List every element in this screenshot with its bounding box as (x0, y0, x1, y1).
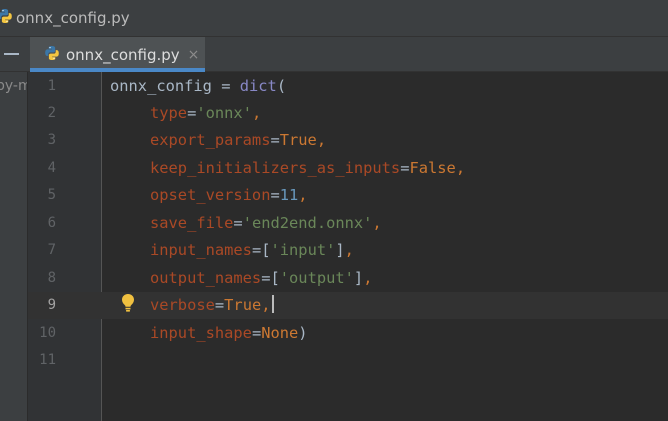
line-number: 10 (39, 325, 56, 341)
number-literal: 11 (279, 186, 299, 204)
line-number: 8 (47, 270, 56, 286)
code-line-9[interactable]: verbose=True, (150, 292, 274, 319)
equals: = (214, 296, 225, 314)
line-number: 5 (47, 187, 56, 203)
assign-operator: = (211, 77, 240, 95)
close-bracket: ] (335, 241, 345, 259)
code-line-5[interactable]: opset_version=11, (150, 182, 308, 209)
editor-tab-strip: onnx_config.py × (0, 37, 668, 72)
keyword-argument: save_file (150, 214, 234, 232)
navigation-bar: onnx_config.py (0, 0, 668, 37)
tab-label: onnx_config.py (66, 45, 180, 64)
comma: , (261, 296, 271, 314)
comma: , (251, 104, 262, 122)
code-line-8[interactable]: output_names=['output'], (150, 265, 372, 292)
equals: = (187, 104, 197, 122)
line-number: 4 (47, 160, 56, 176)
line-number: 2 (47, 105, 56, 121)
close-icon[interactable]: × (188, 47, 200, 63)
equals: = (233, 214, 243, 232)
code-line-1[interactable]: onnx_config = dict( (110, 73, 286, 100)
comma: , (455, 159, 466, 177)
keyword-argument: verbose (150, 296, 215, 314)
line-number-current: 9 (47, 297, 56, 313)
keyword-argument: export_params (150, 131, 271, 149)
code-line-10[interactable]: input_shape=None) (150, 320, 308, 347)
code-line-4[interactable]: keep_initializers_as_inputs=False, (150, 155, 465, 182)
breadcrumb-file-name[interactable]: onnx_config.py (16, 9, 130, 27)
line-number: 7 (47, 242, 56, 258)
string-literal: 'input' (270, 241, 336, 259)
line-number: 6 (47, 215, 56, 231)
builtin-function: dict (239, 77, 277, 95)
equals: = (270, 186, 280, 204)
project-panel[interactable]: py-m (0, 72, 28, 421)
line-number: 3 (47, 132, 56, 148)
keyword-argument: opset_version (150, 186, 271, 204)
python-file-icon (44, 45, 60, 65)
code-line-7[interactable]: input_names=['input'], (150, 237, 354, 264)
string-literal: 'onnx' (196, 104, 252, 122)
tab-onnx-config[interactable]: onnx_config.py × (30, 37, 205, 72)
open-paren: ( (276, 77, 287, 95)
close-paren: ) (298, 324, 308, 342)
string-literal: 'output' (279, 269, 354, 287)
comma: , (363, 269, 373, 287)
keyword-argument: type (150, 104, 188, 122)
equals: = (251, 241, 262, 259)
keyword-argument: input_names (150, 241, 252, 259)
keyword-argument: keep_initializers_as_inputs (150, 159, 401, 177)
variable-name: onnx_config (110, 77, 212, 95)
lightbulb-icon[interactable] (120, 293, 136, 317)
equals: = (270, 131, 280, 149)
open-bracket: [ (261, 241, 271, 259)
comma: , (316, 131, 327, 149)
project-panel-clipped-text: py-m (0, 78, 27, 94)
boolean-literal: True (224, 296, 262, 314)
comma: , (298, 186, 308, 204)
boolean-literal: False (409, 159, 456, 177)
comma: , (372, 214, 382, 232)
ide-window: onnx_config.py onnx_config.py × py-m 1 (0, 0, 668, 421)
code-line-2[interactable]: type='onnx', (150, 100, 261, 127)
string-literal: 'end2end.onnx' (242, 214, 373, 232)
tab-menu-dash-icon[interactable] (4, 53, 19, 55)
line-number: 1 (47, 78, 56, 94)
code-line-6[interactable]: save_file='end2end.onnx', (150, 210, 382, 237)
equals: = (251, 324, 262, 342)
line-number: 11 (39, 352, 56, 368)
none-literal: None (261, 324, 299, 342)
text-caret (271, 295, 274, 313)
code-line-3[interactable]: export_params=True, (150, 127, 326, 154)
open-bracket: [ (270, 269, 280, 287)
close-bracket: ] (353, 269, 364, 287)
keyword-argument: output_names (150, 269, 262, 287)
python-file-icon (0, 8, 13, 28)
keyword-argument: input_shape (150, 324, 252, 342)
boolean-literal: True (279, 131, 317, 149)
comma: , (344, 241, 354, 259)
